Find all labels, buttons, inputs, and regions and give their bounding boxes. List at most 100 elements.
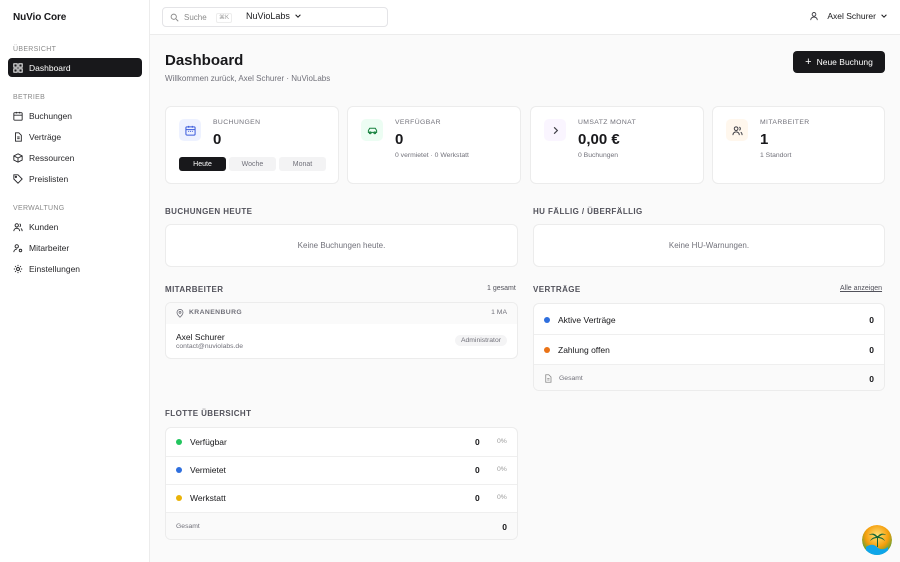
calendar-icon — [179, 119, 201, 141]
list-item[interactable]: Aktive Verträge — [534, 314, 884, 326]
show-all-link[interactable]: Alle anzeigen — [840, 285, 882, 292]
contracts-card: Aktive Verträge 0 Zahlung offen 0 Gesamt… — [533, 303, 885, 391]
stat-card-available: VERFÜGBAR 0 0 vermietet · 0 Werkstatt — [347, 106, 521, 184]
stat-sub: 0 Buchungen — [578, 152, 619, 159]
new-booking-label: Neue Buchung — [816, 57, 873, 67]
sidebar-item-pricelists[interactable]: Preislisten — [8, 169, 142, 188]
chevron-down-icon — [881, 14, 887, 18]
staff-card: KRANENBURG 1 MA Axel Schurer contact@nuv… — [165, 302, 518, 359]
stat-card-bookings: BUCHUNGEN 0 Heute Woche Monat — [165, 106, 339, 184]
car-icon — [361, 119, 383, 141]
stat-label: UMSATZ MONAT — [578, 119, 637, 126]
main-content: Dashboard Willkommen zurück, Axel Schure… — [150, 35, 900, 562]
stat-label: MITARBEITER — [760, 119, 810, 126]
org-name: NuVioLabs — [246, 11, 290, 21]
nav-section-overview: ÜBERSICHT — [13, 46, 57, 53]
location-count: 1 MA — [491, 309, 507, 316]
page-title: Dashboard — [165, 52, 244, 69]
sidebar-item-bookings[interactable]: Buchungen — [8, 106, 142, 125]
sidebar-item-dashboard[interactable]: Dashboard — [8, 58, 142, 77]
empty-state: Keine HU-Warnungen. — [668, 241, 750, 250]
member-name: Axel Schurer — [176, 332, 225, 342]
sidebar-item-label: Buchungen — [29, 110, 73, 121]
file-icon — [545, 374, 552, 383]
layout-grid-icon — [13, 62, 23, 73]
page-subtitle: Willkommen zurück, Axel Schurer · NuVioL… — [165, 74, 331, 83]
section-title-bookings-today: BUCHUNGEN HEUTE — [165, 207, 253, 216]
row-value: 0 — [475, 493, 480, 503]
stat-sub: 0 vermietet · 0 Werkstatt — [395, 152, 469, 159]
role-badge: Administrator — [454, 335, 507, 346]
list-item[interactable]: Zahlung offen — [534, 344, 884, 356]
section-title-hu: HU FÄLLIG / ÜBERFÄLLIG — [533, 207, 643, 216]
chevron-down-icon — [295, 14, 301, 18]
row-percent: 0% — [497, 494, 507, 501]
sidebar-item-contracts[interactable]: Verträge — [8, 127, 142, 146]
sidebar-item-label: Verträge — [29, 131, 62, 142]
tab-today[interactable]: Heute — [179, 157, 226, 171]
users-icon — [726, 119, 748, 141]
total-label: Gesamt — [559, 375, 583, 382]
section-title-staff: MITARBEITER — [165, 285, 224, 294]
status-dot — [176, 467, 182, 473]
assistant-avatar-button[interactable] — [862, 525, 892, 555]
users-icon — [13, 222, 23, 231]
list-item: Werkstatt — [166, 492, 517, 504]
stat-sub: 1 Standort — [760, 152, 792, 159]
topbar: Suche ⌘K NuVioLabs Axel Schurer — [150, 0, 900, 35]
row-value: 0 — [869, 315, 874, 325]
user-icon — [810, 12, 819, 21]
status-dot — [176, 495, 182, 501]
box-icon — [13, 152, 23, 163]
row-value: 0 — [475, 437, 480, 447]
sidebar-item-label: Dashboard — [29, 62, 71, 73]
calendar-icon — [13, 111, 23, 121]
tab-month[interactable]: Monat — [279, 157, 326, 171]
gear-icon — [13, 264, 23, 273]
row-value: 0 — [475, 465, 480, 475]
row-label: Vermietet — [190, 465, 226, 475]
user-cog-icon — [13, 243, 23, 252]
bookings-today-card: Keine Buchungen heute. — [165, 224, 518, 267]
stat-value: 0 — [395, 131, 404, 148]
row-percent: 0% — [497, 466, 507, 473]
sidebar-item-settings[interactable]: Einstellungen — [8, 259, 142, 278]
stat-value: 0,00 € — [578, 131, 620, 148]
total-value: 0 — [502, 522, 507, 532]
section-title-fleet: FLOTTE ÜBERSICHT — [165, 409, 252, 418]
status-dot — [176, 439, 182, 445]
sidebar-item-label: Einstellungen — [29, 263, 81, 274]
staff-count: 1 gesamt — [487, 285, 516, 292]
tag-icon — [13, 173, 23, 184]
file-icon — [15, 131, 22, 142]
row-label: Verfügbar — [190, 437, 227, 447]
sidebar-item-label: Kunden — [29, 221, 59, 232]
chevron-right-icon — [544, 119, 566, 141]
total-label: Gesamt — [176, 523, 200, 530]
user-menu[interactable]: Axel Schurer — [809, 11, 888, 21]
sidebar-item-customers[interactable]: Kunden — [8, 217, 142, 236]
stat-label: VERFÜGBAR — [395, 119, 441, 126]
org-switcher[interactable]: NuVioLabs — [246, 11, 302, 21]
nav-section-operations: BETRIEB — [13, 94, 46, 101]
sidebar-item-employees[interactable]: Mitarbeiter — [8, 238, 142, 257]
divider — [534, 334, 884, 335]
sidebar-item-resources[interactable]: Ressourcen — [8, 148, 142, 167]
new-booking-button[interactable]: + Neue Buchung — [793, 51, 885, 73]
member-email: contact@nuviolabs.de — [176, 343, 243, 350]
nav-section-administration: VERWALTUNG — [13, 205, 65, 212]
sidebar: NuVio Core ÜBERSICHT Dashboard BETRIEB B… — [0, 0, 150, 562]
fleet-footer — [166, 512, 517, 539]
list-item: Verfügbar — [166, 436, 517, 448]
sidebar-item-label: Mitarbeiter — [29, 242, 70, 253]
tab-week[interactable]: Woche — [229, 157, 276, 171]
status-dot — [544, 317, 550, 323]
contracts-footer — [534, 364, 884, 390]
list-item: Vermietet — [166, 464, 517, 476]
empty-state: Keine Buchungen heute. — [297, 241, 386, 250]
search-shortcut: ⌘K — [216, 13, 233, 23]
stat-card-revenue: UMSATZ MONAT 0,00 € 0 Buchungen — [530, 106, 704, 184]
map-pin-icon — [176, 309, 184, 318]
stat-label: BUCHUNGEN — [213, 119, 261, 126]
row-label: Zahlung offen — [558, 345, 610, 355]
